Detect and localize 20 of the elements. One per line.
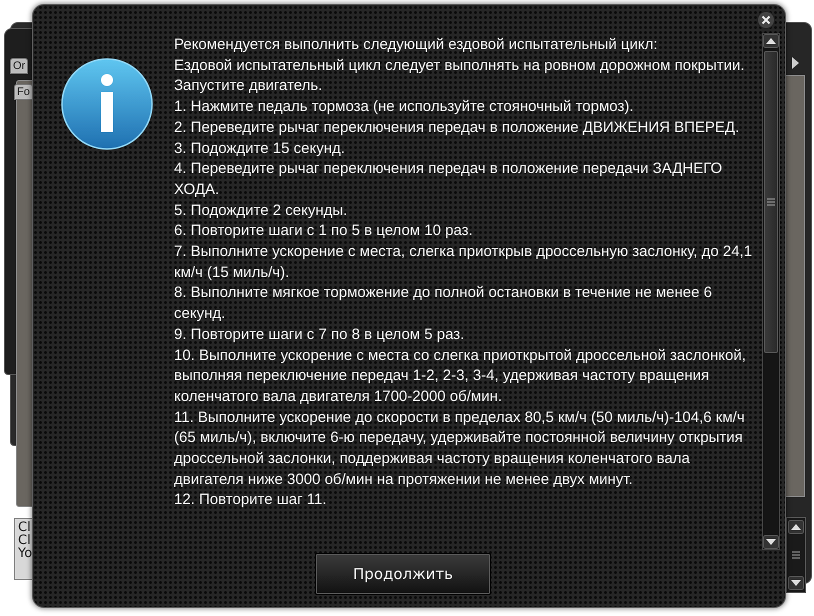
log-line: Cl <box>18 521 32 534</box>
paragraph: 10. Выполните ускорение с места со слегка приоткрытой дроссельной заслонкой, выполняя переключение передач 1-2, 2-3, 3-4, удерживая частоту вращения коленчатого вала двигателя 1700-2000 об/мин. <box>174 346 747 407</box>
paragraph: 2. Переведите рычаг переключения передач в положение ДВИЖЕНИЯ ВПЕРЕД. <box>174 118 740 138</box>
paragraph: 7. Выполните ускорение с места, слегка приоткрыв дроссельную заслонку, до 24,1 км/ч (15 миль/ч). <box>174 242 754 283</box>
paragraph: 4. Переведите рычаг переключения передач в положение передачи ЗАДНЕГО ХОДА. <box>174 159 724 200</box>
paragraph: 5. Подождите 2 секунды. <box>174 200 348 221</box>
paragraph: Ездовой испытательный цикл следует выполнять на ровном дорожном покрытии. Запустите двигатель. <box>174 56 746 96</box>
paragraph: 9. Повторите шаги с 7 по 8 в целом 5 раз. <box>174 324 466 345</box>
log-line: Cl <box>18 534 31 547</box>
paragraph: 11. Выполните ускорение до скорости в пределах 80,5 км/ч (50 миль/ч)-104,6 км/ч (65 миль/ч), включите 6-ю передачу, удерживайте постоянной величину открытия дроссельной заслонки, поддерживая частоту вращения коленчатого вала двигателя ниже 3000 об/мин на протяжении не менее двух минут. <box>174 408 746 490</box>
log-line: Yo <box>18 547 34 560</box>
paragraph: 12. Повторите шаг 11. <box>174 490 328 510</box>
tab[interactable]: Or <box>10 58 28 74</box>
tab[interactable]: Fo <box>14 84 33 100</box>
paragraph: 8. Выполните мягкое торможение до полной остановки в течение не менее 6 секунд. <box>174 283 713 324</box>
continue-button[interactable]: Продолжить <box>315 553 491 595</box>
paragraph: Рекомендуется выполнить следующий ездовой испытательный цикл: <box>174 35 658 55</box>
paragraph: 1. Нажмите педаль тормоза (не используйте стояночный тормоз). <box>174 97 634 118</box>
paragraph: 6. Повторите шаги с 1 по 5 в целом 10 раз. <box>174 221 474 242</box>
paragraph: 3. Подождите 15 секунд. <box>174 138 346 159</box>
